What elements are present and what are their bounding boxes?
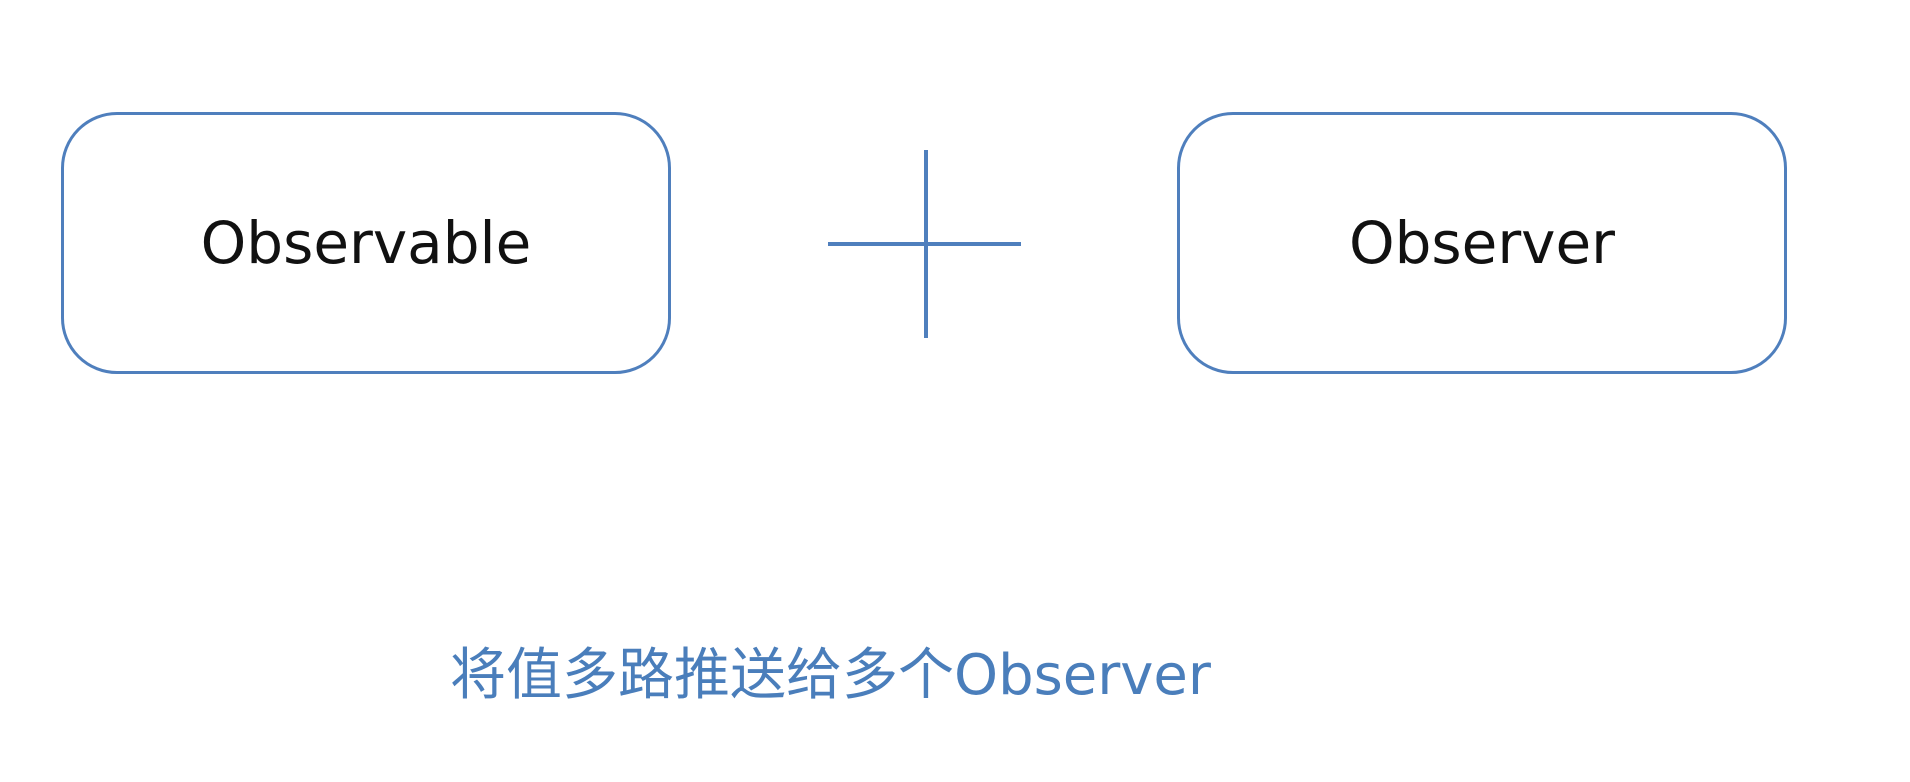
observer-label: Observer	[1348, 209, 1616, 277]
caption: 将值多路推送给多个Observer	[450, 643, 1211, 708]
observable-box: Observable	[61, 112, 671, 374]
observer-box: Observer	[1177, 112, 1787, 374]
observable-label: Observable	[200, 209, 532, 277]
plus-vertical-bar	[924, 150, 928, 338]
